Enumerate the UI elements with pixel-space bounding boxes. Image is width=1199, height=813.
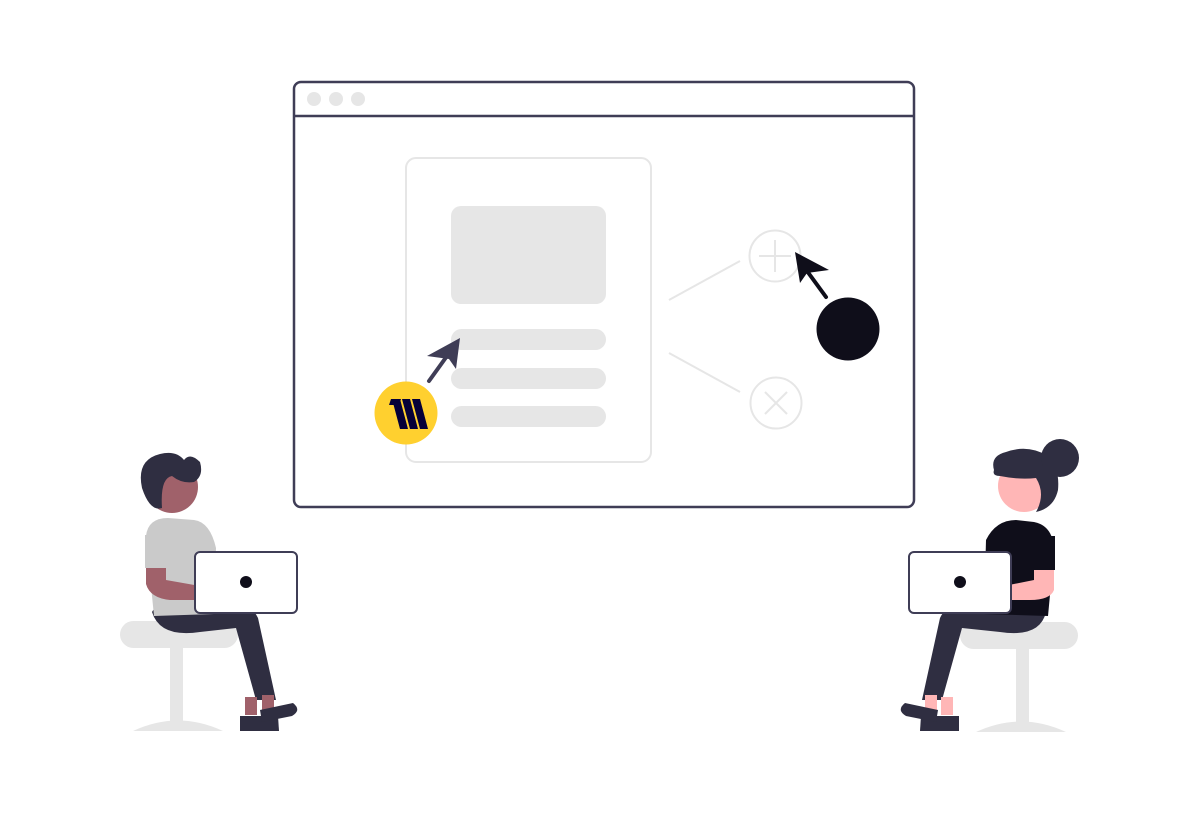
- window-dot[interactable]: [307, 92, 321, 106]
- right-person-hair-bun: [1041, 439, 1079, 477]
- left-laptop-logo-dot: [240, 576, 252, 588]
- card-text-line: [451, 406, 606, 427]
- right-person-sleeve: [1033, 536, 1055, 570]
- plus-circle-icon[interactable]: [748, 229, 802, 283]
- collaborator-dot: [816, 297, 880, 361]
- miro-logo-icon: [374, 381, 438, 445]
- left-stool-leg: [170, 646, 183, 724]
- left-stool-base: [133, 720, 223, 731]
- right-stool-leg: [1016, 646, 1029, 724]
- x-circle-icon[interactable]: [749, 376, 803, 430]
- illustration-canvas: [120, 80, 1079, 732]
- card-image-placeholder: [451, 206, 606, 304]
- left-person-sleeve: [145, 535, 167, 568]
- left-person: [120, 452, 298, 731]
- right-person: [900, 439, 1079, 732]
- right-laptop-logo-dot: [954, 576, 966, 588]
- card-text-line: [451, 368, 606, 389]
- card-text-line: [451, 329, 606, 350]
- window-dot[interactable]: [329, 92, 343, 106]
- window-dot[interactable]: [351, 92, 365, 106]
- left-person-ankle: [245, 697, 257, 715]
- right-stool-base: [976, 721, 1066, 732]
- right-person-ankle: [941, 697, 953, 715]
